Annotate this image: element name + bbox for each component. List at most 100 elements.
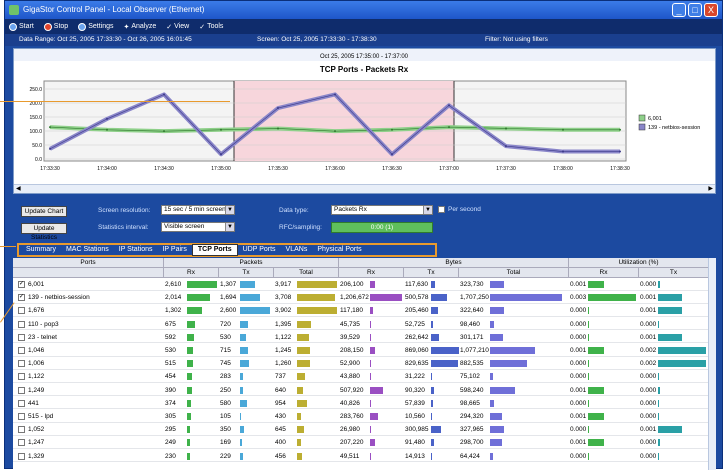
table-row[interactable]: 1,046 530 715 1,245 208,150 869,060 1,077,210 0…: [13, 345, 716, 357]
analyze-menu[interactable]: ✦ Analyze: [124, 23, 157, 31]
tab-physical-ports[interactable]: Physical Ports: [312, 245, 366, 255]
update-statistics-button[interactable]: Update Statistics: [21, 223, 67, 241]
p-tot-bar: [297, 347, 310, 354]
table-scrollbar[interactable]: [708, 258, 716, 470]
ports-header[interactable]: Ports: [13, 258, 163, 268]
util-rx-header[interactable]: Rx: [568, 268, 638, 278]
utilization-header: Utilization (%): [568, 258, 708, 268]
data-type-select[interactable]: Packets Rx ▼: [331, 205, 433, 215]
p-tx-value: 2,600: [220, 307, 237, 315]
row-checkbox[interactable]: [18, 360, 25, 368]
u-tx-value: 0.002: [640, 360, 657, 368]
scroll-right-icon[interactable]: ▶: [708, 185, 713, 192]
util-tx-header[interactable]: Tx: [638, 268, 708, 278]
screen-resolution-select[interactable]: 15 sec / 5 min screen ▼: [161, 205, 235, 215]
table-row[interactable]: 441 374 580 954 40,826 57,839 98,665 0.000 0.000: [13, 398, 716, 410]
row-checkbox[interactable]: ✓: [18, 294, 25, 302]
row-checkbox[interactable]: [18, 347, 25, 354]
tab-mac-stations[interactable]: MAC Stations: [61, 245, 114, 255]
tab-ip-stations[interactable]: IP Stations: [114, 245, 158, 255]
per-second-label: Per second: [448, 206, 481, 213]
table-row[interactable]: 1,249 390 250 640 507,920 90,320 598,240 0.001 0…: [13, 385, 716, 397]
settings-button[interactable]: Settings: [78, 22, 114, 31]
bytes-rx-header[interactable]: Rx: [338, 268, 403, 278]
b-rx-value: 49,511: [340, 452, 360, 460]
statistics-interval-select[interactable]: Visible screen ▼: [161, 222, 235, 232]
tab-udp-ports[interactable]: UDP Ports: [238, 245, 281, 255]
p-tot-value: 1,245: [275, 347, 292, 354]
port-name: 139 - netbios-session: [28, 294, 90, 302]
row-checkbox[interactable]: [18, 399, 25, 407]
row-checkbox[interactable]: ✓: [18, 281, 25, 288]
tab-vlans[interactable]: VLANs: [281, 245, 313, 255]
row-checkbox[interactable]: [18, 333, 25, 341]
table-row[interactable]: 1,122 454 283 737 43,880 31,222 75,102 0.000 0.0…: [13, 371, 716, 383]
per-second-checkbox[interactable]: [438, 206, 445, 213]
p-tot-value: 640: [275, 386, 286, 394]
row-checkbox[interactable]: [18, 373, 25, 381]
b-tot-bar: [490, 294, 562, 302]
view-menu[interactable]: ✓ View: [166, 23, 189, 31]
packets-tx-header[interactable]: Tx: [218, 268, 273, 278]
b-tot-bar: [490, 307, 504, 315]
b-tx-value: 31,222: [405, 373, 425, 381]
toolbar: Start Stop Settings ✦ Analyze ✓ View ✓ Tool…: [5, 19, 722, 34]
minimize-button[interactable]: _: [672, 3, 686, 17]
u-tx-bar: [658, 439, 661, 447]
update-chart-button[interactable]: Update Chart: [21, 206, 67, 217]
settings-icon: [78, 22, 87, 31]
tab-summary[interactable]: Summary: [21, 245, 61, 255]
p-rx-value: 454: [165, 373, 176, 381]
port-name: 1,052: [28, 426, 45, 434]
scroll-left-icon[interactable]: ◀: [16, 185, 21, 192]
start-button[interactable]: Start: [9, 22, 34, 31]
row-checkbox[interactable]: [18, 426, 25, 434]
packets-total-header[interactable]: Total: [273, 268, 338, 278]
p-rx-bar: [187, 439, 190, 447]
tools-menu[interactable]: ✓ Tools: [199, 23, 223, 31]
chart-scrollbar[interactable]: ◀ ▶: [14, 184, 715, 193]
packets-chart[interactable]: Oct 25, 2005 17:35:00 - 17:37:00 TCP Port…: [14, 49, 715, 184]
table-row[interactable]: 1,052 295 350 645 26,980 300,985 327,965 0.000 0…: [13, 424, 716, 436]
b-rx-bar: [370, 360, 372, 368]
table-row[interactable]: 1,006 515 745 1,260 52,900 829,635 882,535 0.00…: [13, 358, 716, 370]
b-tot-value: 298,700: [460, 439, 484, 447]
row-checkbox[interactable]: [18, 320, 25, 328]
tab-ip-pairs[interactable]: IP Pairs: [157, 245, 191, 255]
b-rx-bar: [370, 399, 371, 407]
close-button[interactable]: X: [704, 3, 718, 17]
p-tot-bar: [297, 360, 310, 368]
p-tot-bar: [297, 386, 304, 394]
b-rx-bar: [370, 281, 376, 288]
data-point: [448, 104, 450, 107]
table-row[interactable]: 1,247 249 169 400 207,220 91,480 298,700 0.001 0…: [13, 437, 716, 449]
legend-label: 139 - netbios-session: [648, 125, 700, 131]
row-checkbox[interactable]: [18, 413, 25, 420]
bytes-total-header[interactable]: Total: [458, 268, 568, 278]
p-tot-value: 3,902: [275, 307, 292, 315]
x-tick-label: 17:33:30: [40, 166, 60, 172]
bytes-tx-header[interactable]: Tx: [403, 268, 458, 278]
table-row[interactable]: 110 - pop3 675 720 1,395 45,735 52,725 98,460 0…: [13, 319, 716, 331]
table-row[interactable]: 1,329 230 229 456 49,511 14,913 64,424 0.000 0.0…: [13, 451, 716, 463]
p-tot-value: 430: [275, 413, 286, 420]
packets-rx-header[interactable]: Rx: [163, 268, 218, 278]
u-tx-bar: [658, 347, 706, 354]
row-checkbox[interactable]: [18, 386, 25, 394]
tab-tcp-ports[interactable]: TCP Ports: [191, 244, 238, 256]
b-rx-bar: [370, 386, 384, 394]
p-rx-value: 515: [165, 360, 176, 368]
table-row[interactable]: ✓ 139 - netbios-session 2,014 1,694 3,708 1,2…: [13, 292, 716, 304]
b-tx-bar: [431, 281, 435, 288]
row-checkbox[interactable]: [18, 439, 25, 447]
table-row[interactable]: ✓ 6,001 2,610 1,307 3,917 206,100 117,630 323,7…: [13, 279, 716, 291]
row-checkbox[interactable]: [18, 452, 25, 460]
stop-button[interactable]: Stop: [43, 22, 68, 31]
table-row[interactable]: 1,676 1,302 2,600 3,902 117,180 205,460 322,64…: [13, 305, 716, 317]
b-rx-bar: [370, 347, 376, 354]
table-row[interactable]: 515 - lpd 305 105 430 283,760 10,560 294,320 0.…: [13, 411, 716, 423]
p-rx-bar: [187, 294, 211, 302]
table-row[interactable]: 23 - telnet 592 530 1,122 39,529 262,642 301,1…: [13, 332, 716, 344]
maximize-button[interactable]: □: [688, 3, 702, 17]
row-checkbox[interactable]: [18, 307, 25, 315]
